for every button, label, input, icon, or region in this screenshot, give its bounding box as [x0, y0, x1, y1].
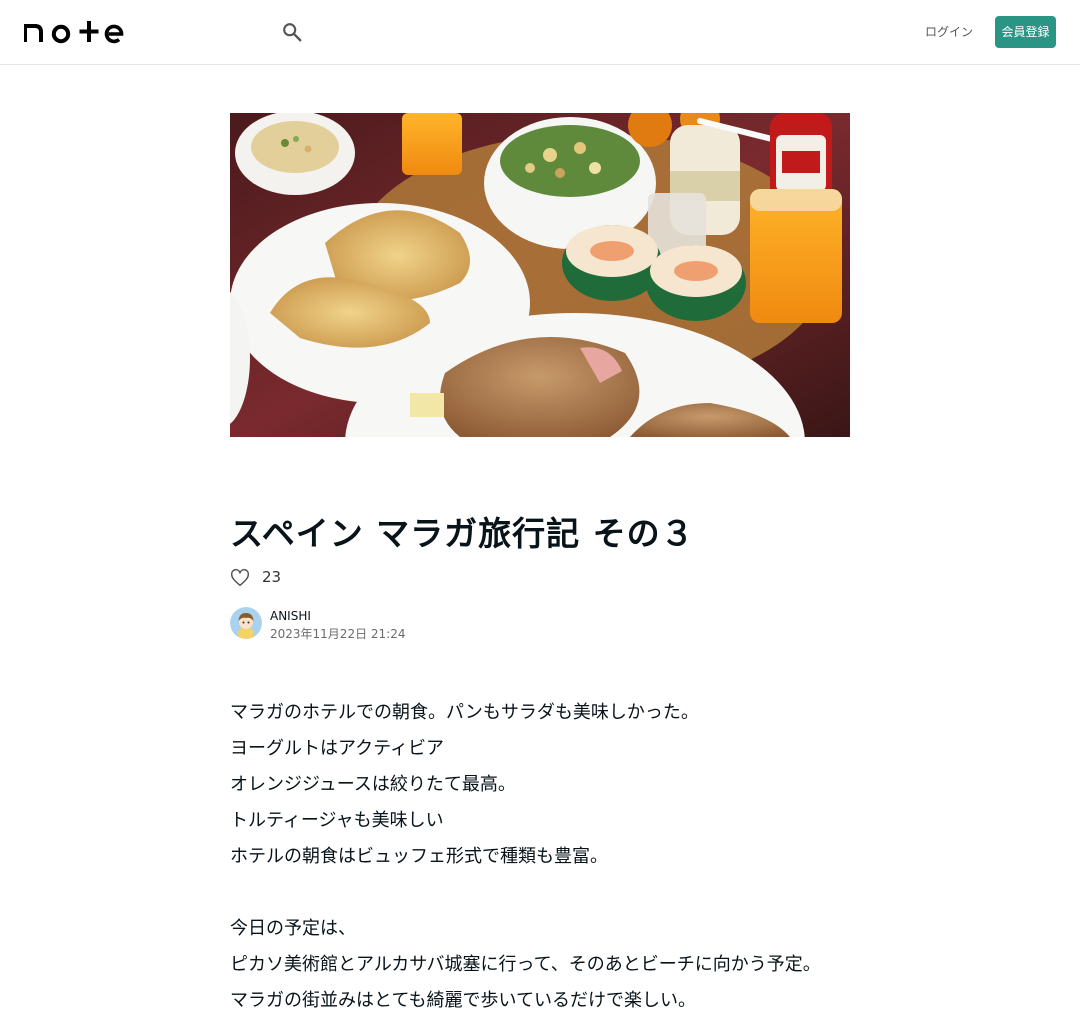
article-title: スペイン マラガ旅行記 その３ — [230, 514, 695, 553]
avatar[interactable] — [230, 607, 262, 639]
hero-image — [230, 113, 850, 437]
search-icon[interactable] — [281, 21, 303, 43]
body-paragraph: ホテルの朝食はビュッフェ形式で種類も豊富。 — [230, 846, 608, 867]
body-paragraph: 今日の予定は、 — [230, 918, 356, 939]
author-name[interactable]: ANISHI — [270, 608, 311, 624]
signup-button[interactable]: 会員登録 — [995, 16, 1056, 48]
post-date: 2023年11月22日 21:24 — [270, 627, 406, 641]
site-header: ログイン 会員登録 — [0, 0, 1080, 65]
login-link[interactable]: ログイン — [922, 16, 976, 48]
body-paragraph: オレンジジュースは絞りたて最高。 — [230, 774, 516, 795]
body-paragraph — [230, 875, 870, 911]
heart-icon[interactable] — [229, 567, 251, 589]
note-logo[interactable] — [24, 20, 124, 44]
body-paragraph: マラガの街並みはとても綺麗で歩いているだけで楽しい。 — [230, 990, 697, 1011]
body-paragraph: ピカソ美術館とアルカサバ城塞に行って、そのあとビーチに向かう予定。 — [230, 954, 821, 975]
body-paragraph: ヨーグルトはアクティビア — [230, 738, 445, 759]
body-paragraph: トルティージャも美味しい — [230, 810, 444, 831]
article-body: マラガのホテルでの朝食。パンもサラダも美味しかった。 ヨーグルトはアクティビア … — [230, 695, 870, 1019]
body-paragraph: マラガのホテルでの朝食。パンもサラダも美味しかった。 — [230, 702, 699, 723]
like-count: 23 — [262, 568, 282, 586]
